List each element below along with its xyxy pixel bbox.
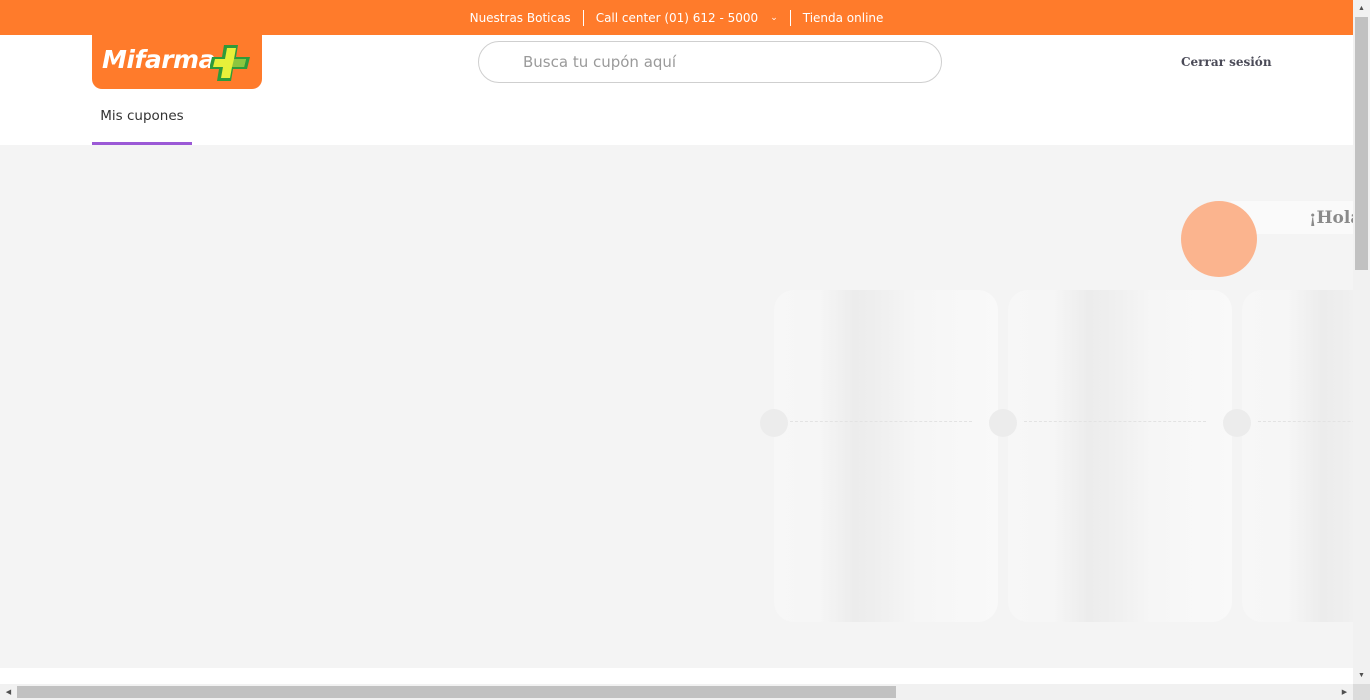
call-center-label: Call center (01) 612 - 5000 xyxy=(595,10,759,25)
top-bar: Nuestras Boticas Call center (01) 612 - … xyxy=(0,0,1353,35)
logout-link[interactable]: Cerrar sesión xyxy=(1181,55,1272,69)
call-center-dropdown[interactable]: Call center (01) 612 - 5000 ⌄ xyxy=(584,10,790,26)
coupon-divider xyxy=(790,421,972,422)
nuestras-boticas-link[interactable]: Nuestras Boticas xyxy=(458,10,583,26)
tab-label: Mis cupones xyxy=(100,108,184,124)
mifarma-logo[interactable]: Mifarma xyxy=(92,35,262,89)
horizontal-scroll-thumb[interactable] xyxy=(17,686,896,698)
horizontal-scrollbar[interactable]: ◀ ▶ xyxy=(0,684,1353,700)
coupon-search-box[interactable] xyxy=(478,41,942,83)
coupon-divider xyxy=(1258,421,1353,422)
tienda-online-link[interactable]: Tienda online xyxy=(791,10,896,26)
scroll-right-arrow-icon[interactable]: ▶ xyxy=(1336,684,1353,700)
coupon-card-skeleton xyxy=(774,290,998,622)
vertical-scroll-thumb[interactable] xyxy=(1355,17,1368,270)
active-tab-indicator xyxy=(92,142,192,145)
scroll-left-arrow-icon[interactable]: ◀ xyxy=(0,684,17,700)
footer-edge xyxy=(0,668,1353,684)
scroll-up-arrow-icon[interactable]: ▲ xyxy=(1353,0,1370,17)
coupon-card-skeleton xyxy=(1008,290,1232,622)
search-input[interactable] xyxy=(523,42,923,82)
vertical-scrollbar[interactable]: ▲ ▼ xyxy=(1353,0,1370,684)
scroll-down-arrow-icon[interactable]: ▼ xyxy=(1353,667,1370,684)
pharmacy-cross-icon xyxy=(210,45,250,81)
coupon-notch xyxy=(1223,409,1251,437)
coupon-notch xyxy=(760,409,788,437)
avatar xyxy=(1181,201,1257,277)
coupon-divider xyxy=(1024,421,1206,422)
page-viewport: Nuestras Boticas Call center (01) 612 - … xyxy=(0,0,1353,684)
header: Mifarma Cerrar sesión Mis cupones xyxy=(0,35,1353,145)
tab-mis-cupones[interactable]: Mis cupones xyxy=(92,95,192,145)
greeting-text: ¡Hola xyxy=(1309,208,1353,228)
logo-wordmark: Mifarma xyxy=(102,45,215,74)
coupon-notch xyxy=(989,409,1017,437)
coupon-card-skeleton xyxy=(1242,290,1353,622)
scrollbar-corner xyxy=(1353,684,1370,700)
chevron-down-icon: ⌄ xyxy=(770,12,778,23)
